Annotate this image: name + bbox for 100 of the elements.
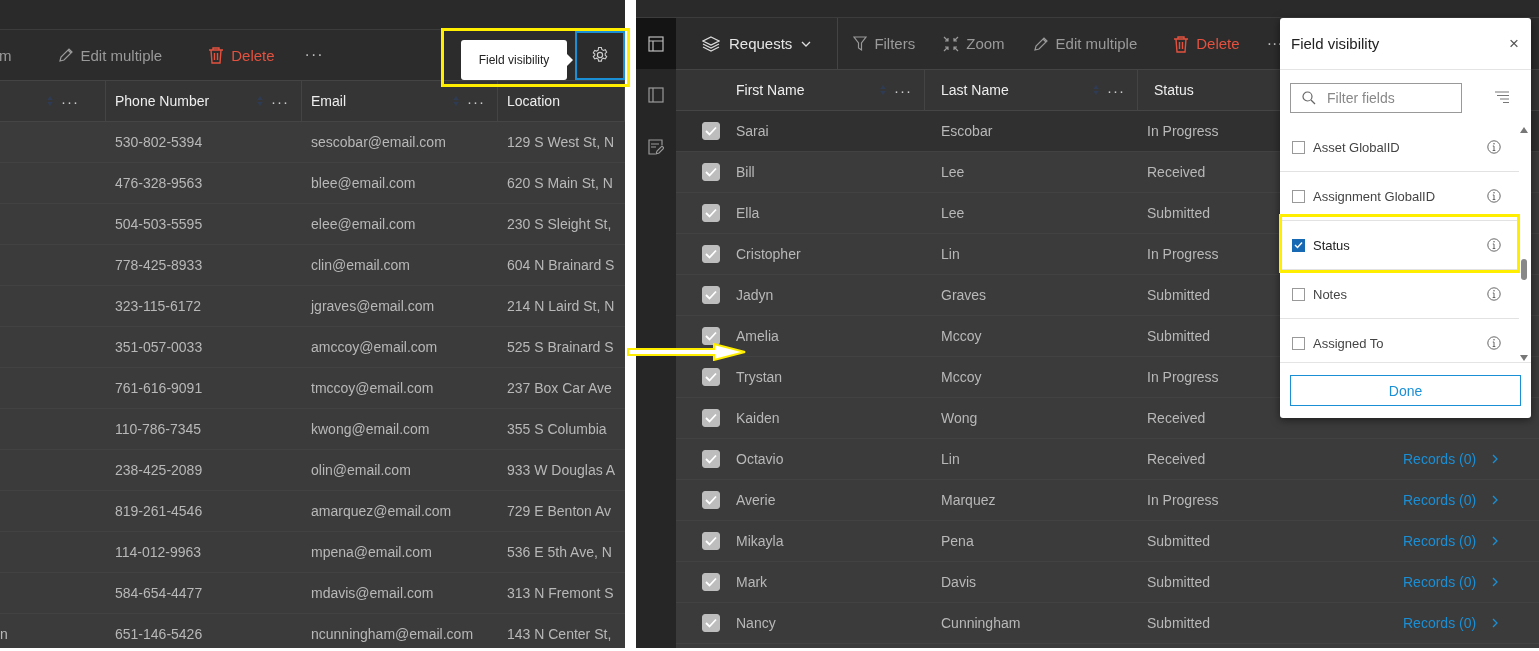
row-checkbox[interactable] bbox=[702, 368, 720, 386]
row-checkbox[interactable] bbox=[702, 491, 720, 509]
column-menu-button[interactable]: ··· bbox=[61, 92, 79, 110]
field-checkbox[interactable] bbox=[1292, 238, 1305, 252]
table-cell: Lin bbox=[941, 451, 960, 467]
table-cell: jgraves@email.com bbox=[311, 298, 435, 314]
table-cell: In Progress bbox=[1147, 246, 1219, 262]
chevron-right-icon[interactable] bbox=[1492, 577, 1499, 587]
table-cell: 237 Box Car Ave bbox=[507, 380, 612, 396]
info-icon[interactable] bbox=[1487, 140, 1501, 154]
search-icon bbox=[1302, 91, 1316, 105]
table-cell: 933 W Douglas A bbox=[507, 462, 616, 478]
zoom-button[interactable]: Zoom bbox=[943, 35, 1005, 52]
row-checkbox[interactable] bbox=[702, 286, 720, 304]
table-cell: 584-654-4477 bbox=[115, 585, 203, 601]
table-cell: In Progress bbox=[1147, 369, 1219, 385]
delete-button[interactable]: Delete bbox=[1173, 34, 1240, 53]
row-checkbox[interactable] bbox=[702, 409, 720, 427]
check-icon bbox=[705, 208, 717, 218]
field-checkbox[interactable] bbox=[1292, 336, 1305, 350]
table-cell: Marquez bbox=[941, 492, 996, 508]
table-cell: 620 S Main St, N bbox=[507, 175, 613, 191]
table-cell: 504-503-5595 bbox=[115, 216, 203, 232]
table-view-button[interactable] bbox=[636, 18, 676, 69]
check-icon bbox=[705, 290, 717, 300]
more-button[interactable]: ··· bbox=[304, 46, 324, 64]
form-edit-icon bbox=[648, 139, 664, 155]
filters-button[interactable]: Filters bbox=[853, 35, 916, 52]
column-header[interactable]: First Name bbox=[736, 82, 805, 98]
table-cell: Received bbox=[1147, 410, 1206, 426]
field-label: Assigned To bbox=[1313, 335, 1384, 351]
column-menu-button[interactable]: ··· bbox=[271, 92, 289, 110]
column-header[interactable]: Location bbox=[507, 93, 560, 109]
table-cell: Bill bbox=[736, 164, 755, 180]
layer-dropdown[interactable]: Requests bbox=[702, 35, 812, 52]
row-checkbox[interactable] bbox=[702, 245, 720, 263]
chevron-right-icon[interactable] bbox=[1492, 536, 1499, 546]
table-cell: 761-616-9091 bbox=[115, 380, 203, 396]
table-cell: 729 E Benton Av bbox=[507, 503, 612, 519]
table-cell: Pena bbox=[941, 533, 974, 549]
table-cell: Lee bbox=[941, 164, 965, 180]
table-cell: Received bbox=[1147, 451, 1206, 467]
scroll-down-icon[interactable] bbox=[1519, 354, 1529, 362]
column-header[interactable]: Status bbox=[1154, 82, 1194, 98]
table-cell: 604 N Brainard S bbox=[507, 257, 615, 273]
row-checkbox[interactable] bbox=[702, 327, 720, 345]
sort-list-icon[interactable] bbox=[1494, 91, 1510, 105]
table-cell: Received bbox=[1147, 164, 1206, 180]
column-menu-button[interactable]: ··· bbox=[894, 81, 912, 99]
edit-multiple-button[interactable]: Edit multiple bbox=[57, 46, 163, 64]
close-button[interactable]: × bbox=[1509, 33, 1519, 54]
pencil-icon bbox=[1032, 35, 1049, 52]
info-icon[interactable] bbox=[1487, 189, 1501, 203]
trash-icon bbox=[1173, 34, 1190, 53]
chevron-right-icon[interactable] bbox=[1492, 454, 1499, 464]
delete-button[interactable]: Delete bbox=[208, 46, 275, 64]
row-checkbox[interactable] bbox=[702, 573, 720, 591]
table-cell: Nancy bbox=[736, 615, 776, 631]
row-checkbox[interactable] bbox=[702, 122, 720, 140]
info-icon[interactable] bbox=[1487, 336, 1501, 350]
table-cell: sescobar@email.com bbox=[311, 134, 446, 150]
field-checkbox[interactable] bbox=[1292, 287, 1305, 301]
field-label: Notes bbox=[1313, 286, 1347, 302]
table-cell: In Progress bbox=[1147, 123, 1219, 139]
check-icon bbox=[705, 167, 717, 177]
info-icon[interactable] bbox=[1487, 238, 1501, 252]
info-icon[interactable] bbox=[1487, 287, 1501, 301]
table-cell: 114-012-9963 bbox=[115, 544, 202, 560]
scroll-up-icon[interactable] bbox=[1519, 126, 1529, 134]
column-menu-button[interactable]: ··· bbox=[467, 92, 485, 110]
table-cell: elee@email.com bbox=[311, 216, 416, 232]
field-checkbox[interactable] bbox=[1292, 140, 1305, 154]
toolbar-item[interactable]: m bbox=[0, 46, 12, 64]
field-checkbox[interactable] bbox=[1292, 189, 1305, 203]
row-checkbox[interactable] bbox=[702, 450, 720, 468]
chevron-right-icon[interactable] bbox=[1492, 618, 1499, 628]
row-checkbox[interactable] bbox=[702, 204, 720, 222]
check-icon bbox=[1294, 241, 1303, 249]
row-checkbox[interactable] bbox=[702, 532, 720, 550]
table-cell: Mark bbox=[736, 574, 768, 590]
table-cell: 651-146-5426 bbox=[115, 626, 203, 642]
settings-button[interactable] bbox=[575, 30, 625, 80]
done-button[interactable]: Done bbox=[1290, 375, 1521, 406]
column-header[interactable]: Email bbox=[311, 93, 346, 109]
table-cell: Octavio bbox=[736, 451, 784, 467]
scrollbar-thumb[interactable] bbox=[1521, 259, 1527, 280]
chevron-right-icon[interactable] bbox=[1492, 495, 1499, 505]
check-icon bbox=[705, 126, 717, 136]
pencil-icon bbox=[57, 47, 74, 63]
table-cell: Submitted bbox=[1147, 205, 1211, 221]
row-checkbox[interactable] bbox=[702, 163, 720, 181]
row-checkbox[interactable] bbox=[702, 614, 720, 632]
filter-field[interactable]: Filter fields bbox=[1290, 83, 1462, 113]
column-header[interactable]: Last Name bbox=[941, 82, 1009, 98]
table-cell: Mikayla bbox=[736, 533, 784, 549]
column-menu-button[interactable]: ··· bbox=[1107, 81, 1125, 99]
table-cell: Submitted bbox=[1147, 287, 1211, 303]
edit-multiple-button[interactable]: Edit multiple bbox=[1032, 35, 1138, 52]
column-header[interactable]: Phone Number bbox=[115, 93, 210, 109]
table-cell: Ella bbox=[736, 205, 760, 221]
